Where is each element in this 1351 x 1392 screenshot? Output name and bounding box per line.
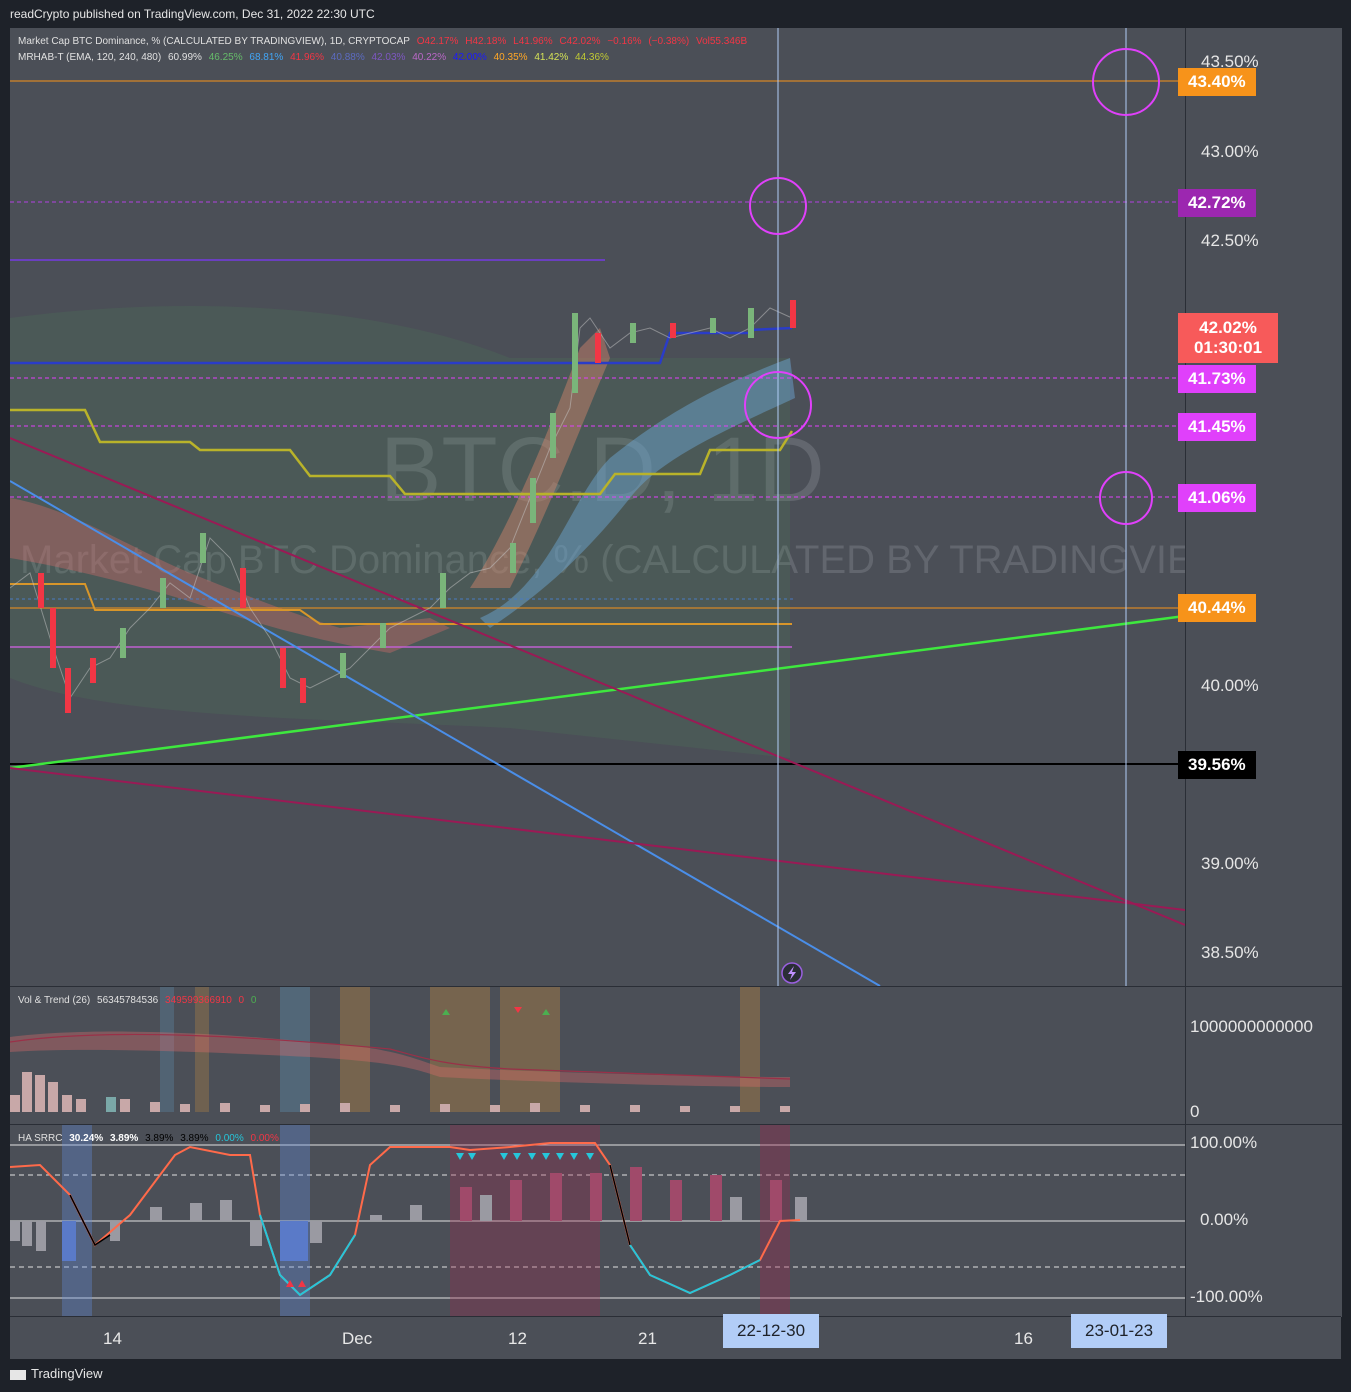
candle: [530, 478, 536, 523]
publish-header: readCrypto published on TradingView.com,…: [0, 0, 1351, 28]
candle: [572, 313, 578, 393]
main-price-pane[interactable]: BTC.D, 1D Market Cap BTC Dominance, % (C…: [10, 28, 1245, 986]
candle: [380, 623, 386, 648]
green-cloud: [10, 306, 790, 758]
price-tick: 40.00%: [1201, 676, 1259, 695]
volume-svg: [10, 987, 791, 1112]
price-badge-40-44: 40.44%: [1178, 594, 1256, 622]
candle: [790, 300, 796, 328]
ha-legend: HA SRRC 30.24% 3.89% 3.89% 3.89% 0.00% 0…: [18, 1133, 279, 1144]
publish-text: readCrypto published on TradingView.com,…: [10, 7, 375, 21]
candle: [550, 413, 556, 458]
candle: [90, 658, 96, 683]
candle: [440, 573, 446, 608]
price-tick: 39.00%: [1201, 854, 1259, 873]
time-tick: Dec: [342, 1329, 373, 1348]
maroon-trend-line-2: [10, 767, 1185, 911]
price-badge-41-06: 41.06%: [1178, 484, 1256, 512]
candle: [510, 543, 516, 573]
main-legend-line1: Market Cap BTC Dominance, % (CALCULATED …: [18, 36, 748, 47]
candle: [300, 678, 306, 703]
ha-svg: [10, 1125, 1185, 1317]
price-tick: 38.50%: [1201, 943, 1259, 962]
candle: [65, 668, 71, 713]
ha-axis[interactable]: 100.00% 0.00% -100.00%: [1185, 1124, 1342, 1317]
price-badge-39-56: 39.56%: [1178, 751, 1256, 779]
price-tick: 42.50%: [1201, 231, 1259, 250]
volume-tick: 0: [1190, 1102, 1200, 1121]
candle: [120, 628, 126, 658]
tradingview-logo-icon: [10, 1369, 26, 1380]
price-tick: 43.00%: [1201, 142, 1259, 161]
price-badge-41-45: 41.45%: [1178, 413, 1256, 441]
candle: [748, 308, 754, 338]
main-chart-svg: [10, 28, 1185, 986]
candle: [200, 533, 206, 563]
price-badge-43-40: 43.40%: [1178, 68, 1256, 96]
cursor-date-badge: 22-12-30: [723, 1314, 820, 1348]
last-price-badge: 42.02% 01:30:01: [1178, 313, 1278, 363]
ha-tick: 100.00%: [1190, 1133, 1258, 1152]
time-tick: 16: [1014, 1329, 1033, 1348]
volume-tick: 1000000000000: [1190, 1017, 1313, 1036]
ha-tick: -100.00%: [1190, 1287, 1263, 1306]
time-tick: 14: [103, 1329, 122, 1348]
countdown-timer: 01:30:01: [1193, 338, 1263, 357]
ha-srrc-pane[interactable]: HA SRRC 30.24% 3.89% 3.89% 3.89% 0.00% 0…: [10, 1124, 1185, 1317]
price-badge-42-72: 42.72%: [1178, 189, 1256, 217]
candle: [50, 608, 56, 668]
candle: [38, 573, 44, 608]
candle: [595, 333, 601, 363]
volume-axis[interactable]: 1000000000000 0: [1185, 986, 1342, 1125]
candle: [280, 648, 286, 688]
ha-tick: 0.00%: [1200, 1210, 1249, 1229]
volume-legend: Vol & Trend (26) 56345784536 34959936691…: [18, 995, 257, 1006]
price-badge-41-73: 41.73%: [1178, 365, 1256, 393]
candle: [340, 653, 346, 678]
time-tick: 21: [638, 1329, 657, 1348]
candle: [710, 318, 716, 333]
candle: [630, 323, 636, 343]
volume-pane[interactable]: Vol & Trend (26) 56345784536 34959936691…: [10, 986, 1185, 1125]
main-legend-line2: MRHAB-T (EMA, 120, 240, 480) 60.99% 46.2…: [18, 52, 609, 63]
tradingview-brand[interactable]: TradingView: [10, 1366, 103, 1381]
chart-frame: BTC.D, 1D Market Cap BTC Dominance, % (C…: [10, 28, 1342, 1359]
candle: [240, 568, 246, 608]
candle: [160, 578, 166, 608]
cursor-date-badge-2: 23-01-23: [1071, 1314, 1168, 1348]
time-tick: 12: [508, 1329, 527, 1348]
candle: [670, 323, 676, 338]
